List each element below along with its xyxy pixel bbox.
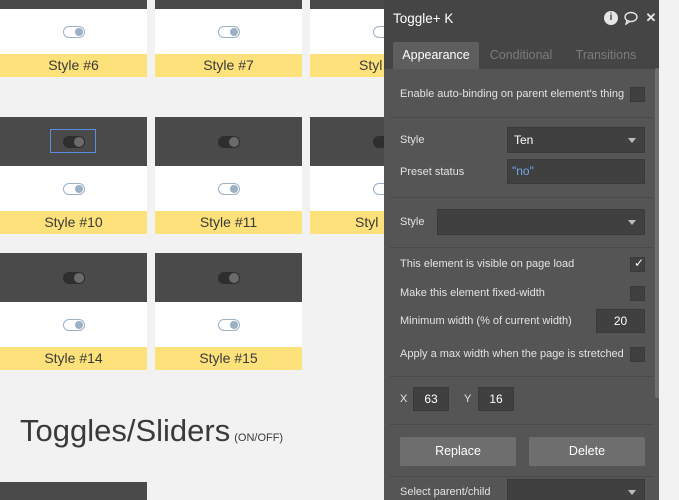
style-card-11[interactable]: Style #11 — [155, 117, 302, 234]
card-preview-light — [155, 302, 302, 347]
card-preview-light — [155, 166, 302, 211]
preset-status-label: Preset status — [400, 166, 465, 178]
section-heading: Toggles/Sliders (ON/OFF) — [20, 413, 283, 449]
divider — [390, 376, 653, 377]
tab-transitions[interactable]: Transitions — [568, 42, 644, 69]
auto-binding-label: Enable auto-binding on parent element's … — [400, 88, 625, 100]
min-width-label: Minimum width (% of current width) — [400, 315, 572, 327]
toggle-light-preview — [217, 25, 240, 38]
chevron-down-icon — [628, 220, 636, 225]
tab-bar: Appearance Conditional Transitions — [384, 38, 659, 69]
toggle-light-preview — [62, 318, 85, 331]
min-width-field[interactable]: 20 — [596, 309, 645, 333]
preset-status-field[interactable]: "no" — [507, 159, 645, 184]
panel-title[interactable]: Toggle+ K — [393, 11, 453, 26]
toggle-light-preview — [62, 182, 85, 195]
card-preview-dark — [0, 117, 147, 166]
next-card-preview — [0, 482, 147, 500]
card-preview-light — [0, 9, 147, 54]
divider — [390, 247, 653, 248]
card-label: Style #11 — [155, 211, 302, 234]
visible-on-load-checkbox[interactable]: ✓ — [630, 256, 645, 272]
card-preview-dark — [0, 0, 147, 9]
card-preview-dark — [0, 253, 147, 302]
card-preview-light — [0, 302, 147, 347]
chevron-down-icon — [628, 138, 636, 143]
card-preview-light — [0, 166, 147, 211]
property-editor: Toggle+ K i ✕ Appearance Conditional Tra… — [384, 0, 659, 500]
toggle-light-preview — [217, 182, 240, 195]
style-dropdown-secondary[interactable] — [437, 209, 645, 235]
card-label: Style #15 — [155, 347, 302, 370]
divider — [390, 424, 653, 425]
card-label: Style #7 — [155, 54, 302, 77]
auto-binding-checkbox[interactable] — [630, 87, 645, 102]
style-label-secondary: Style — [400, 216, 425, 228]
toggle-light-preview — [62, 25, 85, 38]
toggle-dark-preview — [217, 135, 240, 148]
section-subtitle: (ON/OFF) — [234, 432, 284, 444]
y-position-field[interactable]: 16 — [478, 387, 514, 411]
tab-appearance[interactable]: Appearance — [393, 42, 479, 69]
card-label: Style #10 — [0, 211, 147, 234]
checkmark-icon: ✓ — [634, 256, 645, 270]
card-label: Style #14 — [0, 347, 147, 370]
card-preview-dark — [155, 117, 302, 166]
divider — [390, 117, 653, 118]
info-icon[interactable]: i — [604, 11, 618, 25]
toggle-light-preview — [217, 318, 240, 331]
card-preview-light — [155, 9, 302, 54]
fixed-width-label: Make this element fixed-width — [400, 287, 545, 299]
style-card-10[interactable]: Style #10 — [0, 117, 147, 234]
divider — [390, 476, 653, 477]
toggle-dark-preview — [217, 271, 240, 284]
max-width-checkbox[interactable] — [630, 347, 645, 362]
panel-header[interactable]: Toggle+ K i ✕ — [384, 0, 659, 38]
card-preview-dark — [155, 253, 302, 302]
replace-button[interactable]: Replace — [400, 437, 516, 466]
delete-button[interactable]: Delete — [529, 437, 645, 466]
style-card-7[interactable]: Style #7 — [155, 0, 302, 77]
select-parent-label: Select parent/child — [400, 486, 491, 498]
style-card-6[interactable]: Style #6 — [0, 0, 147, 77]
close-icon[interactable]: ✕ — [644, 11, 658, 25]
card-label: Style #6 — [0, 54, 147, 77]
x-position-field[interactable]: 63 — [413, 387, 449, 411]
y-label: Y — [464, 393, 472, 405]
visible-on-load-label: This element is visible on page load — [400, 258, 575, 270]
chevron-down-icon — [628, 490, 636, 495]
max-width-label: Apply a max width when the page is stret… — [400, 348, 624, 360]
comment-icon[interactable] — [624, 11, 638, 26]
selected-element-outline[interactable] — [50, 129, 96, 153]
select-parent-dropdown[interactable] — [507, 479, 645, 500]
style-card-14[interactable]: Style #14 — [0, 253, 147, 370]
style-dropdown-value: Ten — [514, 133, 534, 147]
style-dropdown[interactable]: Ten — [507, 127, 645, 153]
card-preview-dark — [155, 0, 302, 9]
style-card-15[interactable]: Style #15 — [155, 253, 302, 370]
fixed-width-checkbox[interactable] — [630, 286, 645, 301]
section-title: Toggles/Sliders — [20, 413, 231, 448]
x-label: X — [400, 393, 408, 405]
divider — [390, 197, 653, 198]
style-label: Style — [400, 134, 425, 146]
panel-scrollbar[interactable] — [655, 68, 659, 398]
tab-conditional[interactable]: Conditional — [484, 42, 558, 69]
toggle-dark-preview — [62, 271, 85, 284]
